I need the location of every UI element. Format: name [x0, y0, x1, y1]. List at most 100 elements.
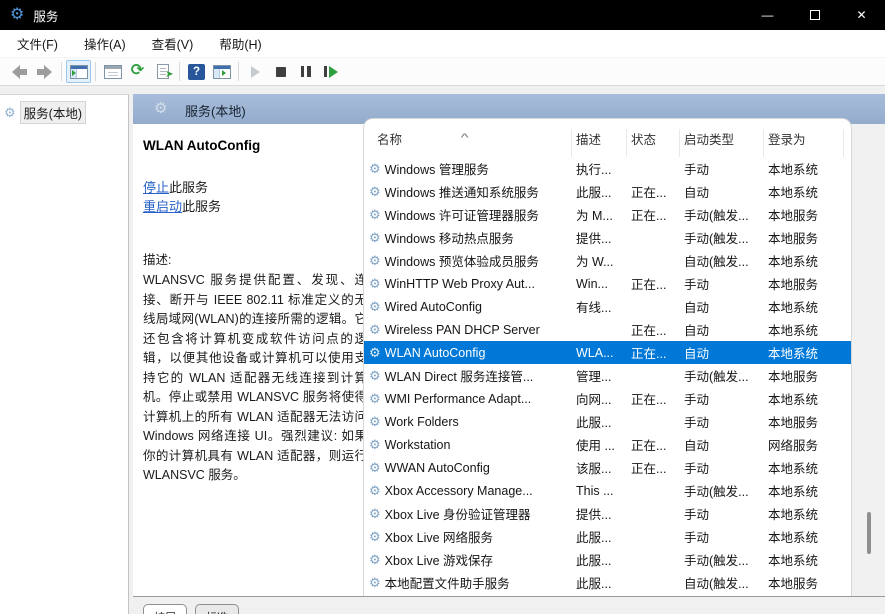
table-row[interactable]: ⚙WMI Performance Adapt... 向网... 正在... 手动…: [364, 387, 851, 410]
service-detail-panel: WLAN AutoConfig 停止此服务 重启动此服务 描述: WLANSVC…: [143, 134, 367, 594]
service-status-cell: 正在...: [627, 320, 680, 339]
service-description-cell: This ...: [572, 484, 627, 498]
table-row[interactable]: ⚙WLAN AutoConfig WLA... 正在... 自动 本地系统: [364, 341, 851, 364]
service-startup-type-cell: 自动(触发...: [680, 573, 764, 592]
table-row[interactable]: ⚙Windows 许可证管理器服务 为 M... 正在... 手动(触发... …: [364, 203, 851, 226]
service-logon-cell: 本地服务: [764, 366, 844, 385]
service-gear-icon: ⚙: [369, 300, 381, 313]
service-startup-type-cell: 手动(触发...: [680, 228, 764, 247]
column-header-logon-as[interactable]: 登录为: [764, 129, 844, 157]
table-row[interactable]: ⚙Windows 移动热点服务 提供... 手动(触发... 本地服务: [364, 226, 851, 249]
service-startup-type-cell: 手动: [680, 412, 764, 431]
table-row[interactable]: ⚙Wired AutoConfig 有线... 自动 本地系统: [364, 295, 851, 318]
service-logon-cell: 本地系统: [764, 343, 844, 362]
menu-view[interactable]: 查看(V): [139, 29, 207, 58]
pause-icon: [301, 66, 311, 77]
service-name-cell: ⚙Xbox Live 身份验证管理器: [364, 504, 572, 523]
service-logon-cell: 本地系统: [764, 504, 844, 523]
show-console-tree-button[interactable]: [66, 60, 91, 83]
service-name: Windows 预览体验成员服务: [385, 251, 539, 270]
service-name: WLAN AutoConfig: [385, 346, 486, 360]
properties-button[interactable]: [100, 60, 125, 83]
table-row[interactable]: ⚙Windows 推送通知系统服务 此服... 正在... 自动 本地系统: [364, 180, 851, 203]
menu-bar: 文件(F) 操作(A) 查看(V) 帮助(H): [0, 30, 885, 58]
service-name: 本地配置文件助手服务: [385, 573, 510, 592]
table-row[interactable]: ⚙Wireless PAN DHCP Server 正在... 自动 本地系统: [364, 318, 851, 341]
tab-extended[interactable]: 扩展: [143, 604, 187, 614]
service-logon-cell: 本地服务: [764, 228, 844, 247]
show-action-pane-button[interactable]: [209, 60, 234, 83]
service-logon-cell: 本地系统: [764, 481, 844, 500]
scrollbar-thumb[interactable]: [867, 512, 871, 554]
title-bar: ⚙ 服务 — ✕: [0, 0, 885, 30]
column-header-description[interactable]: 描述: [572, 129, 627, 157]
table-row[interactable]: ⚙WWAN AutoConfig 该服... 正在... 手动 本地系统: [364, 456, 851, 479]
restart-service-link[interactable]: 重启动: [143, 199, 182, 214]
table-row[interactable]: ⚙Xbox Live 身份验证管理器 提供... 手动 本地系统: [364, 502, 851, 525]
help-button[interactable]: ?: [184, 60, 209, 83]
refresh-icon: ⟳: [131, 63, 144, 79]
stop-service-line: 停止此服务: [143, 178, 367, 197]
refresh-button[interactable]: ⟳: [125, 60, 150, 83]
service-gear-icon: ⚙: [369, 438, 381, 451]
service-gear-icon: ⚙: [369, 185, 381, 198]
service-name: Windows 许可证管理器服务: [385, 205, 539, 224]
export-list-button[interactable]: ➤: [150, 60, 175, 83]
service-logon-cell: 本地系统: [764, 527, 844, 546]
menu-help[interactable]: 帮助(H): [206, 29, 274, 58]
forward-button[interactable]: [32, 60, 57, 83]
stop-service-link[interactable]: 停止: [143, 180, 169, 195]
menu-action[interactable]: 操作(A): [71, 29, 139, 58]
service-description-cell: 管理...: [572, 366, 627, 385]
selected-service-name: WLAN AutoConfig: [143, 138, 367, 153]
maximize-button[interactable]: [791, 0, 838, 30]
start-service-button[interactable]: [243, 60, 268, 83]
service-name-cell: ⚙Xbox Accessory Manage...: [364, 484, 572, 498]
service-logon-cell: 本地服务: [764, 274, 844, 293]
column-header-name[interactable]: 名称^: [364, 129, 572, 157]
service-startup-type-cell: 手动(触发...: [680, 366, 764, 385]
service-logon-cell: 本地服务: [764, 205, 844, 224]
restart-service-button[interactable]: [318, 60, 343, 83]
service-description-cell: 使用 ...: [572, 435, 627, 454]
service-name-cell: ⚙本地配置文件助手服务: [364, 573, 572, 592]
table-row[interactable]: ⚙Work Folders 此服... 手动 本地服务: [364, 410, 851, 433]
tab-standard[interactable]: 标准: [195, 604, 239, 614]
maximize-icon: [810, 10, 820, 20]
tree-item-services-local[interactable]: ⚙ 服务(本地): [4, 101, 126, 124]
service-gear-icon: ⚙: [369, 323, 381, 336]
table-row[interactable]: ⚙Xbox Accessory Manage... This ... 手动(触发…: [364, 479, 851, 502]
service-description-cell: 向网...: [572, 389, 627, 408]
table-row[interactable]: ⚙Workstation 使用 ... 正在... 自动 网络服务: [364, 433, 851, 456]
menu-file[interactable]: 文件(F): [4, 29, 71, 58]
back-button[interactable]: [7, 60, 32, 83]
stop-service-button[interactable]: [268, 60, 293, 83]
service-name-cell: ⚙WMI Performance Adapt...: [364, 392, 572, 406]
close-button[interactable]: ✕: [838, 0, 885, 30]
export-list-icon: ➤: [157, 64, 169, 79]
service-gear-icon: ⚙: [369, 553, 381, 566]
services-pane: ⚙ 服务(本地) WLAN AutoConfig 停止此服务 重启动此服务 描述…: [133, 94, 885, 614]
service-action-links: 停止此服务 重启动此服务: [143, 178, 367, 216]
service-logon-cell: 本地系统: [764, 251, 844, 270]
service-logon-cell: 本地系统: [764, 320, 844, 339]
table-row[interactable]: ⚙WinHTTP Web Proxy Aut... Win... 正在... 手…: [364, 272, 851, 295]
service-name: Xbox Live 身份验证管理器: [385, 504, 531, 523]
service-gear-icon: ⚙: [369, 162, 381, 175]
service-name-cell: ⚙WLAN Direct 服务连接管...: [364, 366, 572, 385]
table-row[interactable]: ⚙本地配置文件助手服务 此服... 自动(触发... 本地服务: [364, 571, 851, 594]
table-row[interactable]: ⚙WLAN Direct 服务连接管... 管理... 手动(触发... 本地服…: [364, 364, 851, 387]
service-name: Xbox Live 游戏保存: [385, 550, 493, 569]
service-name-cell: ⚙Xbox Live 网络服务: [364, 527, 572, 546]
table-row[interactable]: ⚙Windows 管理服务 执行... 手动 本地系统: [364, 157, 851, 180]
table-row[interactable]: ⚙Windows 预览体验成员服务 为 W... 自动(触发... 本地系统: [364, 249, 851, 272]
column-header-status[interactable]: 状态: [627, 129, 680, 157]
table-row[interactable]: ⚙Xbox Live 网络服务 此服... 手动 本地系统: [364, 525, 851, 548]
scrollbar-track[interactable]: [852, 124, 885, 596]
pause-service-button[interactable]: [293, 60, 318, 83]
service-status-cell: 正在...: [627, 389, 680, 408]
minimize-button[interactable]: —: [744, 0, 791, 30]
column-header-startup-type[interactable]: 启动类型: [680, 129, 764, 157]
service-gear-icon: ⚙: [369, 484, 381, 497]
table-row[interactable]: ⚙Xbox Live 游戏保存 此服... 手动(触发... 本地系统: [364, 548, 851, 571]
